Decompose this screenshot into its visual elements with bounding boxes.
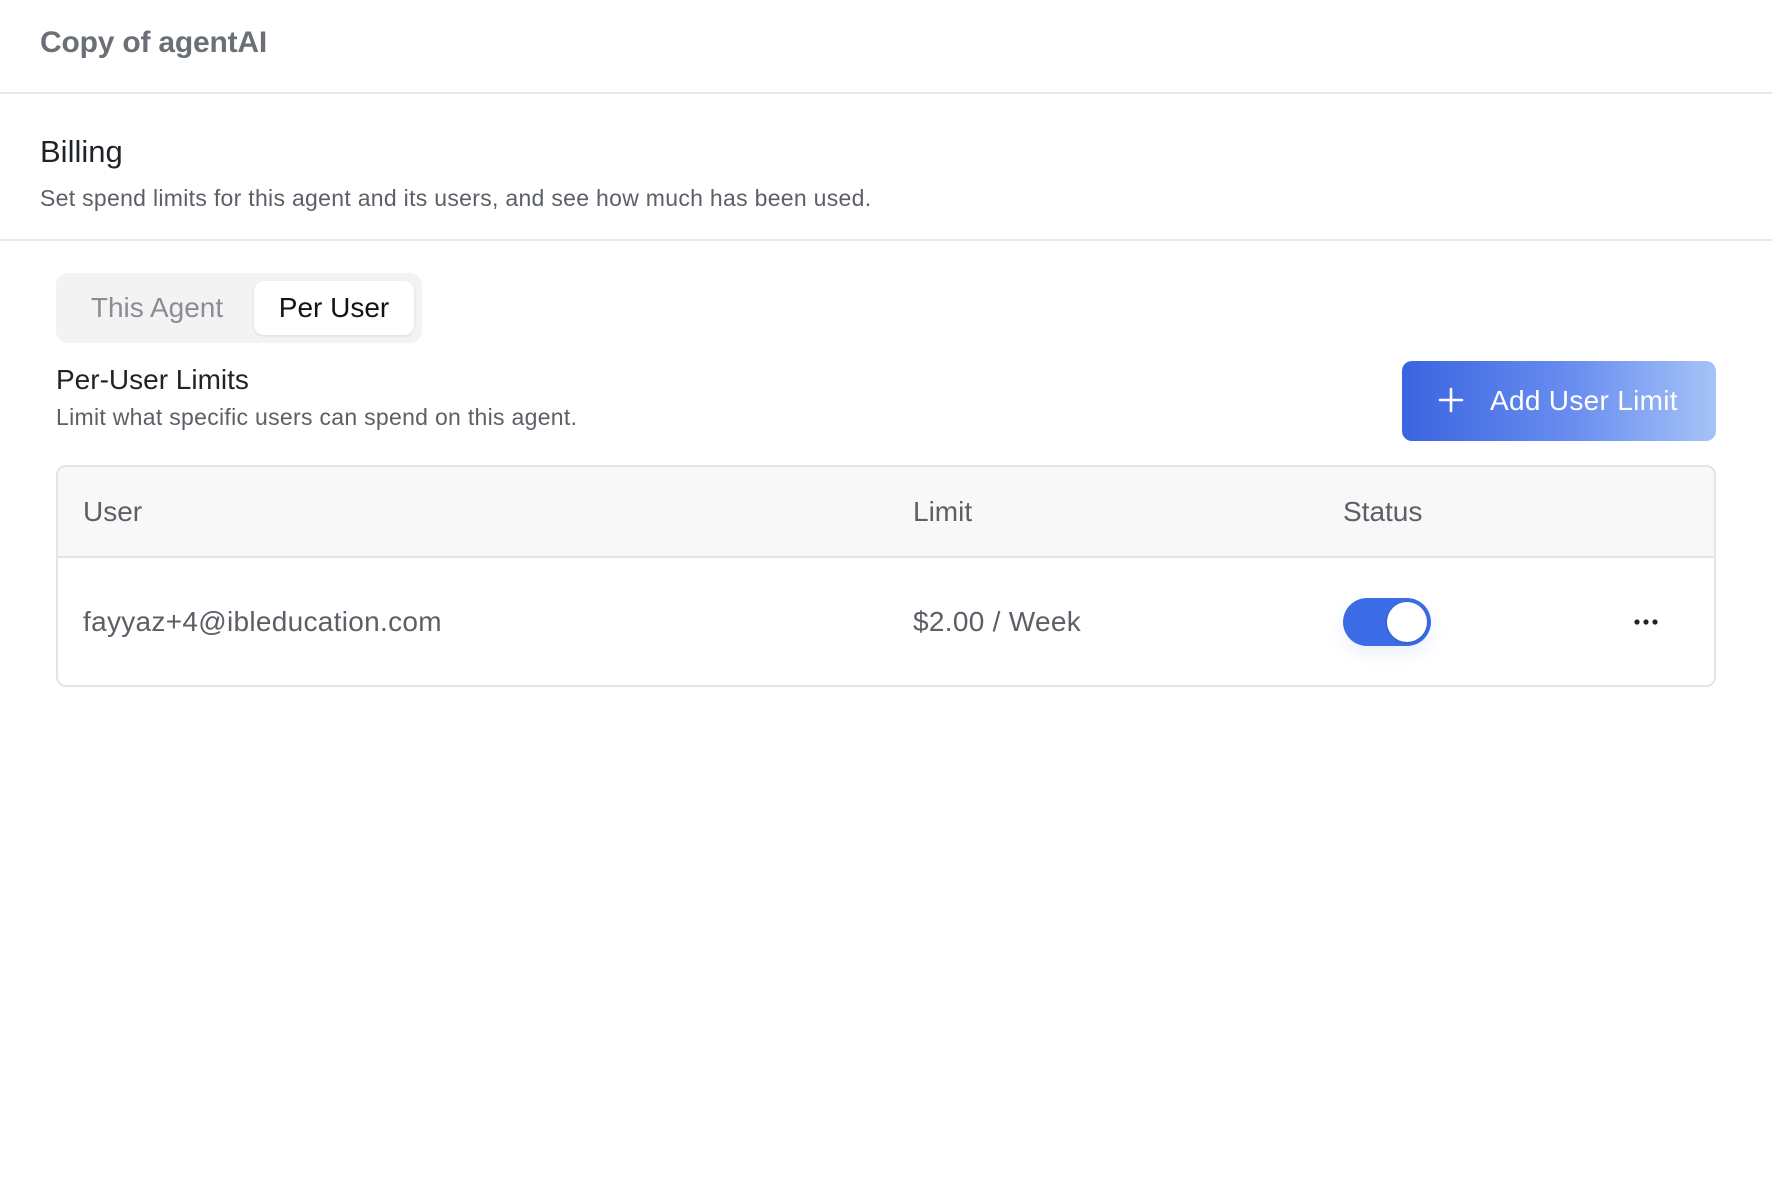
app-header: Copy of agentAI [0, 0, 1772, 94]
add-user-limit-label: Add User Limit [1490, 385, 1678, 416]
toggle-knob [1387, 602, 1427, 642]
column-header-user: User [83, 496, 143, 527]
column-header-status: Status [1343, 496, 1423, 527]
tab-this-agent[interactable]: This Agent [64, 281, 250, 335]
app-title: Copy of agentAI [40, 26, 267, 59]
user-limits-table: User Limit Status fayyaz+4@ibleducation.… [56, 465, 1716, 687]
per-user-limits-title: Per-User Limits [56, 364, 249, 395]
plus-icon [1438, 387, 1464, 413]
billing-tabs: This Agent Per User [56, 273, 422, 343]
per-user-limits-subtitle: Limit what specific users can spend on t… [56, 404, 578, 430]
billing-subtitle: Set spend limits for this agent and its … [40, 185, 872, 211]
more-options-icon[interactable] [1626, 602, 1666, 642]
table-header: User Limit Status [58, 467, 1714, 558]
billing-section-header: Billing Set spend limits for this agent … [0, 94, 1772, 241]
column-header-limit: Limit [913, 496, 973, 527]
billing-title: Billing [40, 134, 123, 169]
add-user-limit-button[interactable]: Add User Limit [1402, 361, 1716, 441]
tab-per-user[interactable]: Per User [254, 281, 414, 335]
status-toggle[interactable] [1343, 598, 1431, 646]
user-email-cell: fayyaz+4@ibleducation.com [83, 606, 442, 637]
limit-cell: $2.00 / Week [913, 606, 1082, 637]
table-row: fayyaz+4@ibleducation.com $2.00 / Week [58, 558, 1714, 685]
